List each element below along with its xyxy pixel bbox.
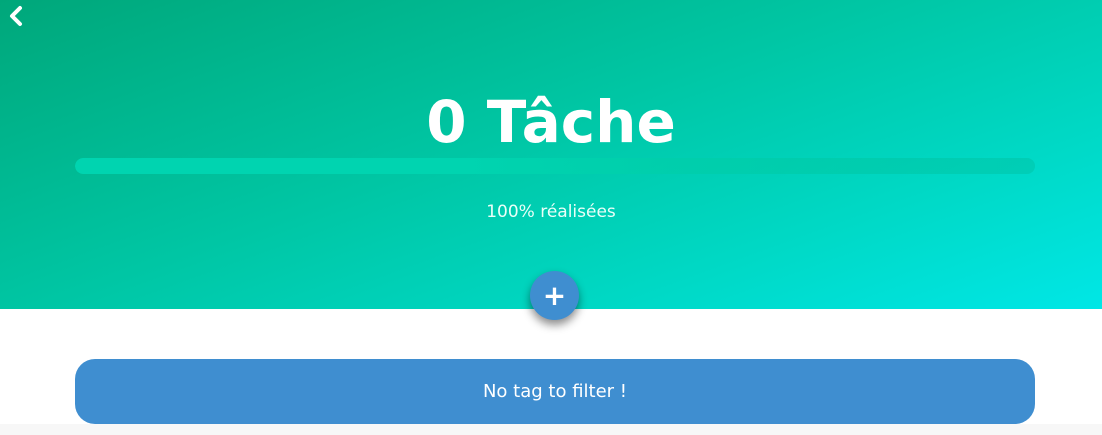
progress-label: 100% réalisées bbox=[486, 202, 616, 222]
progress-fill bbox=[75, 158, 1035, 174]
back-button[interactable] bbox=[6, 5, 28, 27]
add-task-button[interactable]: + bbox=[530, 271, 579, 320]
plus-icon: + bbox=[542, 279, 567, 312]
progress-bar bbox=[75, 158, 1035, 174]
header-hero: 0 Tâche 100% réalisées bbox=[0, 0, 1102, 309]
footer-strip bbox=[0, 424, 1102, 435]
tag-filter-button[interactable]: No tag to filter ! bbox=[75, 359, 1035, 424]
page-title: 0 Tâche bbox=[426, 88, 676, 156]
chevron-left-icon bbox=[10, 6, 22, 26]
